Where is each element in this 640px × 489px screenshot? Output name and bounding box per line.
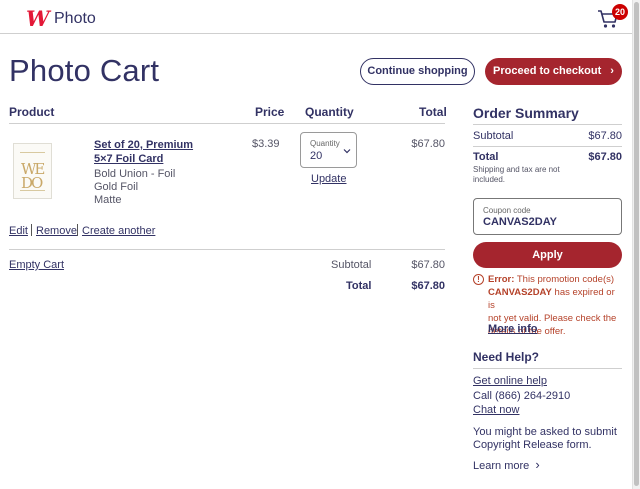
empty-cart-link[interactable]: Empty Cart bbox=[9, 259, 64, 271]
error-text: This promotion code(s) bbox=[516, 274, 615, 285]
release-note: You might be asked to submit bbox=[473, 426, 617, 438]
cart-total-label: Total bbox=[346, 280, 372, 292]
proceed-to-checkout-button[interactable]: Proceed to checkout › bbox=[485, 58, 622, 85]
thumb-line bbox=[20, 152, 45, 153]
more-info-link[interactable]: More info bbox=[488, 323, 538, 335]
cart-count-badge: 20 bbox=[612, 4, 628, 20]
thumb-line bbox=[20, 190, 45, 191]
col-header-product: Product bbox=[9, 105, 55, 119]
product-attr: Gold Foil bbox=[94, 181, 139, 193]
chevron-right-icon: › bbox=[535, 457, 540, 472]
cart-total-value: $67.80 bbox=[411, 280, 445, 292]
product-name-link[interactable]: Set of 20, Premium 5×7 Foil Card bbox=[94, 138, 204, 166]
scrollbar-thumb[interactable] bbox=[634, 2, 639, 486]
coupon-label: Coupon code bbox=[483, 206, 531, 215]
product-thumbnail[interactable]: WE DO bbox=[13, 143, 52, 199]
product-attr: Bold Union - Foil bbox=[94, 168, 176, 180]
col-header-quantity: Quantity bbox=[305, 105, 354, 119]
summary-total-label: Total bbox=[473, 151, 499, 163]
page-title: Photo Cart bbox=[9, 53, 160, 88]
quantity-label: Quantity bbox=[310, 139, 340, 148]
header-divider bbox=[9, 123, 445, 124]
error-prefix: Error: bbox=[488, 274, 515, 285]
continue-shopping-button[interactable]: Continue shopping bbox=[360, 58, 475, 85]
error-icon: ! bbox=[473, 274, 484, 285]
col-header-price: Price bbox=[255, 105, 285, 119]
thumb-text: WE DO bbox=[21, 160, 45, 192]
action-separator bbox=[77, 224, 78, 236]
action-separator bbox=[31, 224, 32, 236]
call-text: Call (866) 264-2910 bbox=[473, 390, 571, 402]
release-note: Copyright Release form. bbox=[473, 439, 592, 451]
product-attr: Matte bbox=[94, 194, 122, 206]
summary-total-value: $67.80 bbox=[588, 151, 622, 163]
chat-now-link[interactable]: Chat now bbox=[473, 404, 519, 416]
summary-subtotal-value: $67.80 bbox=[588, 130, 622, 142]
cart-subtotal-label: Subtotal bbox=[331, 259, 372, 271]
summary-subtotal-label: Subtotal bbox=[473, 130, 514, 142]
update-link[interactable]: Update bbox=[311, 173, 346, 185]
summary-divider bbox=[473, 146, 622, 147]
apply-button[interactable]: Apply bbox=[473, 242, 622, 268]
order-summary-title: Order Summary bbox=[473, 105, 579, 121]
coupon-code-input[interactable]: Coupon code CANVAS2DAY bbox=[473, 198, 622, 235]
need-help-title: Need Help? bbox=[473, 350, 540, 364]
error-code: CANVAS2DAY bbox=[488, 287, 552, 298]
create-another-link[interactable]: Create another bbox=[82, 225, 155, 237]
remove-link[interactable]: Remove bbox=[36, 225, 77, 237]
photo-logo-text[interactable]: Photo bbox=[54, 10, 96, 28]
tax-note: included. bbox=[473, 175, 506, 184]
quantity-value: 20 bbox=[310, 150, 323, 162]
tax-note: Shipping and tax are not bbox=[473, 165, 560, 174]
coupon-value: CANVAS2DAY bbox=[483, 216, 557, 228]
walgreens-logo[interactable]: W bbox=[26, 8, 50, 29]
item-divider bbox=[9, 249, 445, 250]
chevron-down-icon bbox=[343, 149, 351, 154]
checkout-label: Proceed to checkout bbox=[493, 65, 602, 77]
col-header-total: Total bbox=[419, 105, 447, 119]
edit-link[interactable]: Edit bbox=[9, 225, 28, 237]
summary-divider bbox=[473, 124, 622, 125]
help-divider bbox=[473, 368, 622, 369]
cart-subtotal-value: $67.80 bbox=[411, 259, 445, 271]
online-help-link[interactable]: Get online help bbox=[473, 375, 547, 387]
chevron-right-icon: › bbox=[610, 65, 614, 77]
item-total: $67.80 bbox=[411, 138, 445, 150]
item-price: $3.39 bbox=[252, 138, 280, 150]
quantity-select[interactable]: Quantity 20 bbox=[300, 132, 357, 168]
learn-more-link[interactable]: Learn more › bbox=[473, 457, 540, 472]
learn-more-label: Learn more bbox=[473, 460, 530, 472]
